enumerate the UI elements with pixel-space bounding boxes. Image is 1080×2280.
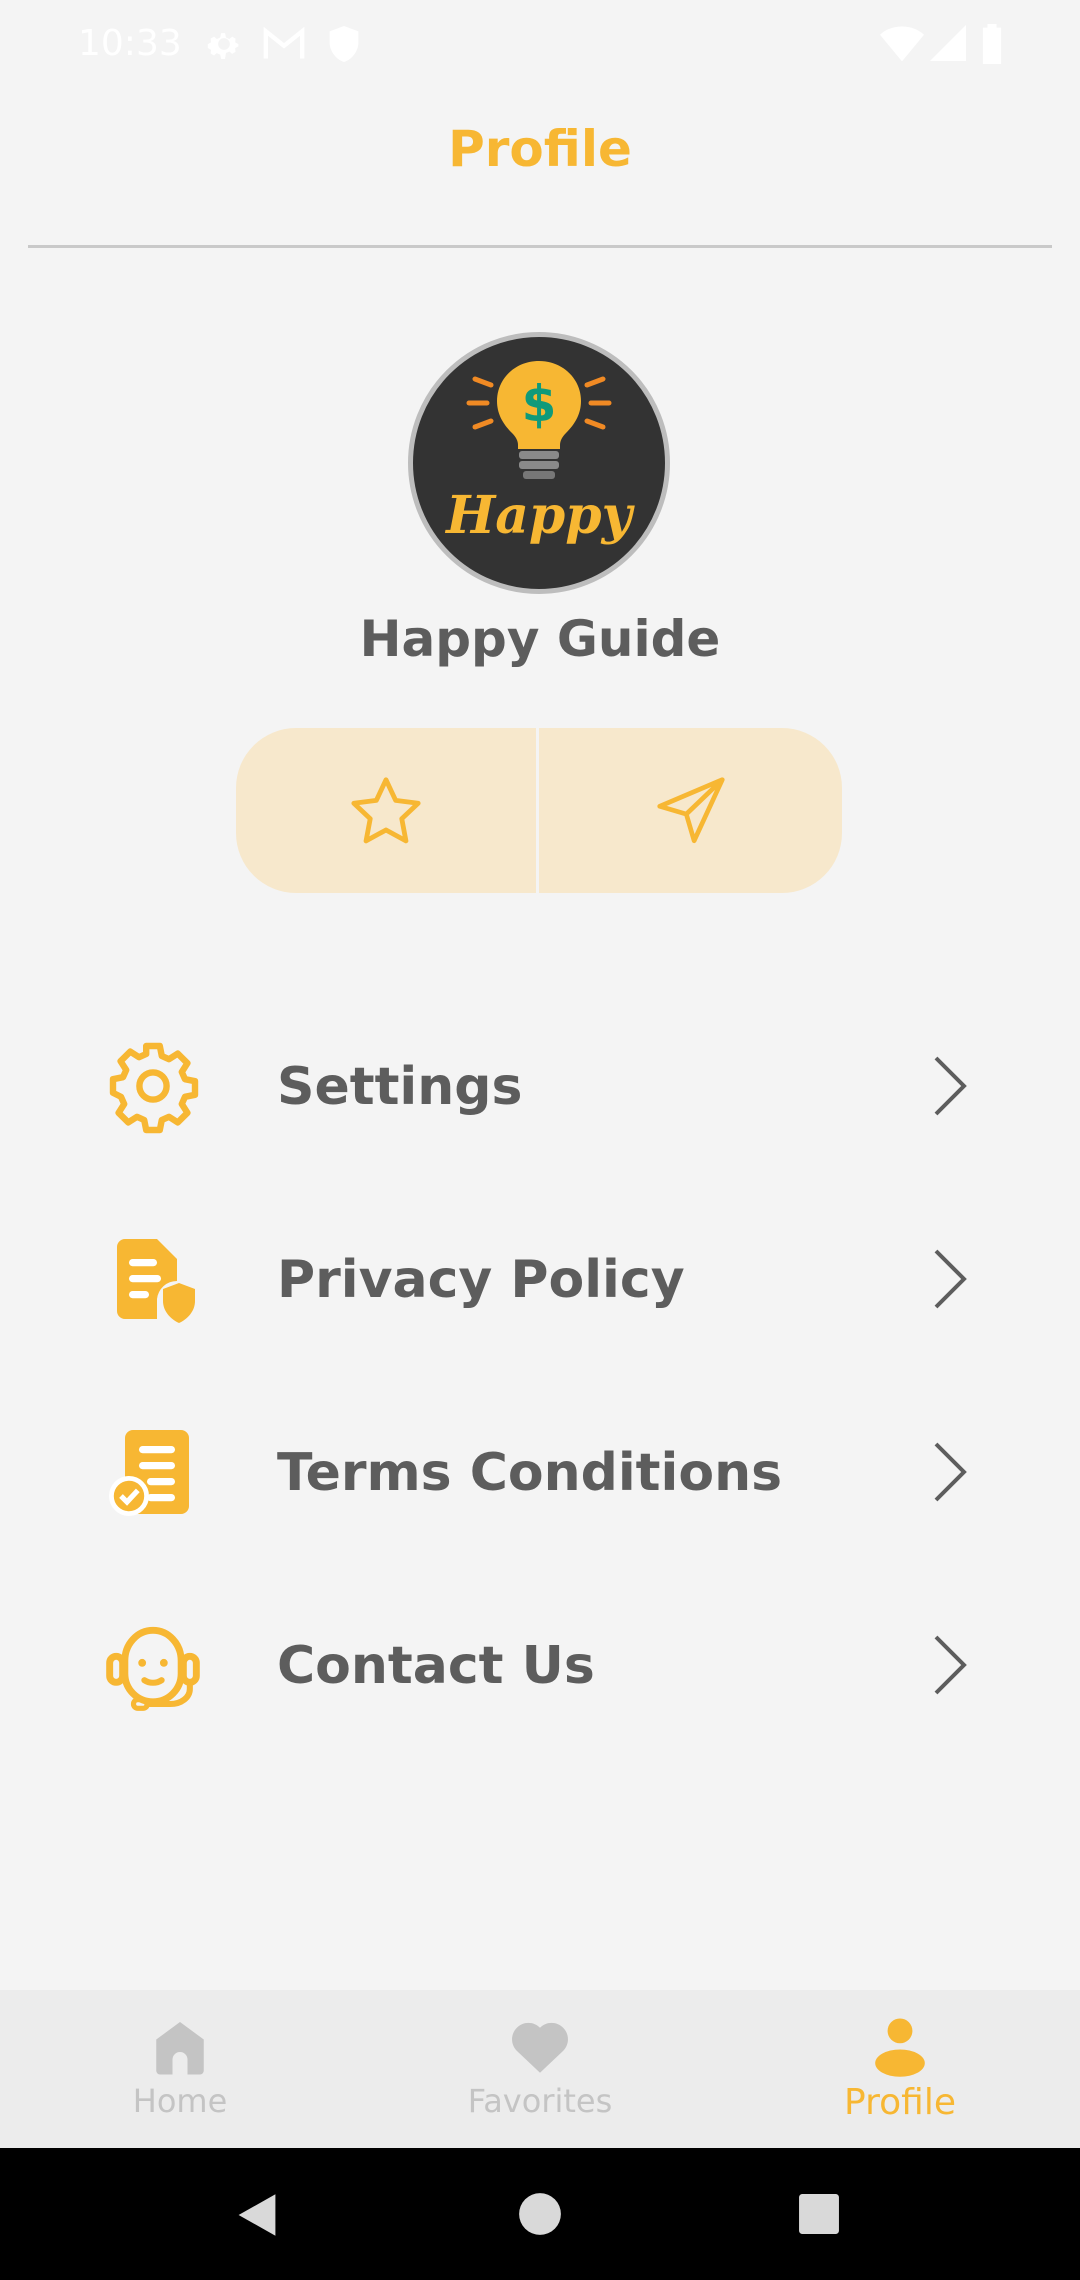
privacy-document-icon — [90, 1204, 215, 1354]
system-nav-bar — [0, 2148, 1080, 2280]
bottom-nav: Home Favorites Profile — [0, 1990, 1080, 2148]
recents-icon[interactable] — [798, 2193, 840, 2235]
menu-label: Settings — [277, 1057, 523, 1117]
back-icon[interactable] — [234, 2192, 280, 2238]
menu-item-terms-conditions[interactable]: Terms Conditions — [90, 1397, 990, 1547]
chevron-right-icon — [934, 1056, 967, 1116]
nav-home[interactable]: Home — [0, 1990, 360, 2148]
terms-document-icon — [90, 1397, 215, 1547]
signal-icon — [930, 24, 966, 66]
nav-label: Home — [132, 2082, 228, 2120]
chevron-right-icon — [934, 1635, 967, 1695]
avatar: $ Happy — [408, 332, 670, 594]
rate-button[interactable] — [236, 728, 536, 893]
gmail-icon — [262, 24, 306, 68]
wifi-icon — [880, 24, 924, 66]
nav-profile[interactable]: Profile — [720, 1990, 1080, 2148]
menu-label: Terms Conditions — [277, 1443, 783, 1503]
avatar-text: Happy — [446, 485, 632, 546]
chevron-right-icon — [934, 1442, 967, 1502]
shield-icon — [326, 24, 362, 68]
menu-item-contact-us[interactable]: Contact Us — [90, 1590, 990, 1740]
nav-favorites[interactable]: Favorites — [360, 1990, 720, 2148]
status-bar: 10:33 — [0, 0, 1080, 88]
person-icon — [720, 2012, 1080, 2082]
support-agent-icon — [90, 1590, 215, 1740]
nav-label: Profile — [844, 2082, 956, 2123]
nav-label: Favorites — [467, 2082, 613, 2120]
send-icon — [656, 776, 725, 843]
gear-icon — [90, 1011, 215, 1161]
menu-label: Privacy Policy — [277, 1250, 685, 1310]
profile-name: Happy Guide — [359, 610, 721, 668]
header-divider — [28, 245, 1052, 248]
share-button[interactable] — [539, 728, 842, 893]
lightbulb-icon: $ — [466, 361, 612, 479]
menu-label: Contact Us — [277, 1636, 595, 1696]
menu-item-privacy-policy[interactable]: Privacy Policy — [90, 1204, 990, 1354]
heart-icon — [360, 2012, 720, 2082]
home-icon — [0, 2012, 360, 2082]
status-time: 10:33 — [78, 23, 182, 64]
page-title: Profile — [448, 120, 632, 178]
home-circle-icon[interactable] — [518, 2192, 562, 2236]
settings-icon — [204, 24, 244, 68]
star-icon — [351, 776, 421, 843]
battery-icon — [980, 24, 1004, 68]
menu-item-settings[interactable]: Settings — [90, 1011, 990, 1161]
dollar-symbol: $ — [522, 375, 557, 433]
chevron-right-icon — [934, 1249, 967, 1309]
action-pill — [236, 728, 842, 893]
